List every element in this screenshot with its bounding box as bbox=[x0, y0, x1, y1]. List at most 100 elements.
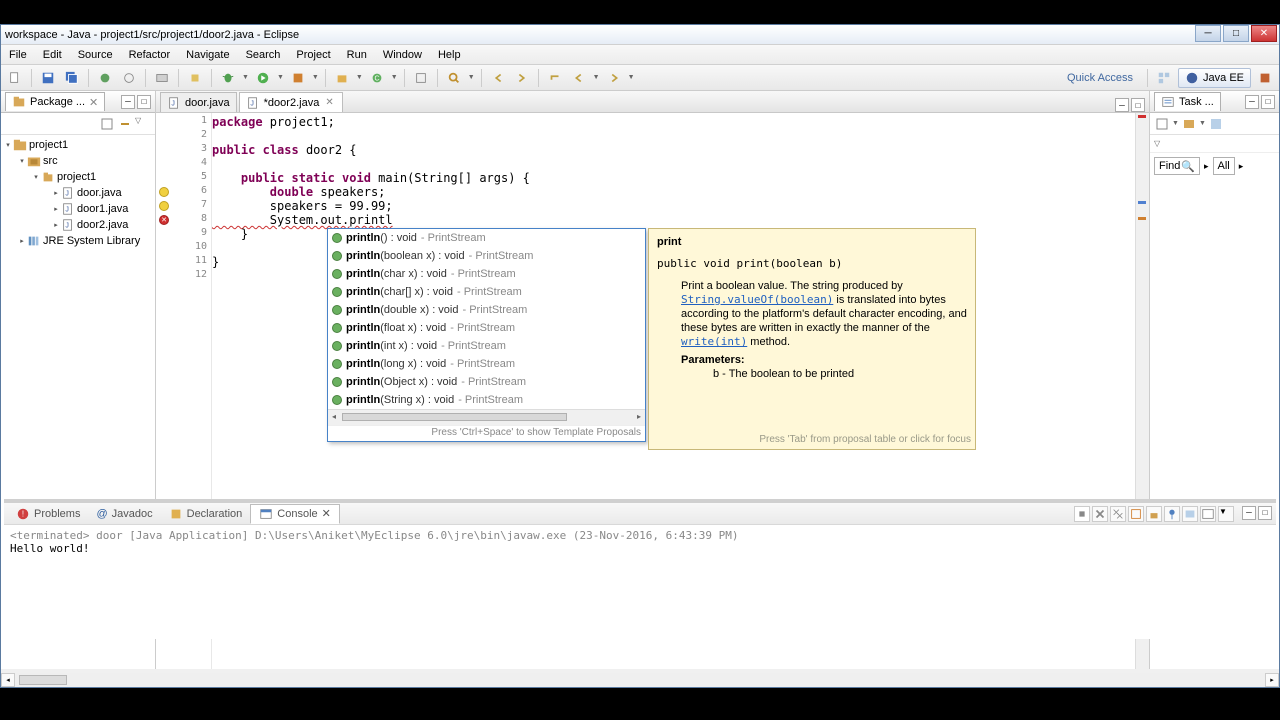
forward-button[interactable] bbox=[604, 68, 624, 88]
package-tree[interactable]: ▾ project1 ▾ src ▾ project1 ▸ J d bbox=[1, 135, 155, 251]
menu-file[interactable]: File bbox=[1, 49, 35, 61]
content-assist-popup[interactable]: println() : void - PrintStream println(b… bbox=[327, 228, 646, 442]
task-menu-button[interactable] bbox=[1208, 116, 1224, 132]
task-list-tab[interactable]: Task ... bbox=[1154, 92, 1221, 111]
tree-file[interactable]: door2.java bbox=[77, 219, 128, 231]
close-button[interactable]: ✕ bbox=[1251, 25, 1277, 42]
panel-minimize-button[interactable]: ─ bbox=[1242, 506, 1256, 520]
annotation-prev-button[interactable] bbox=[488, 68, 508, 88]
completion-item[interactable]: println(char x) : void - PrintStream bbox=[328, 265, 645, 283]
new-button[interactable] bbox=[5, 68, 25, 88]
panel-maximize-button[interactable]: □ bbox=[1258, 506, 1272, 520]
hscroll-right-button[interactable]: ▸ bbox=[1265, 673, 1279, 687]
console-tab[interactable]: Console ✕ bbox=[250, 504, 340, 524]
tree-package[interactable]: project1 bbox=[57, 171, 96, 183]
display-selected-button[interactable] bbox=[1182, 506, 1198, 522]
completion-item[interactable]: println(double x) : void - PrintStream bbox=[328, 301, 645, 319]
tree-src[interactable]: src bbox=[43, 155, 58, 167]
tool-button[interactable] bbox=[185, 68, 205, 88]
perspective-java-ee[interactable]: Java EE bbox=[1178, 68, 1251, 88]
skip-breakpoints-button[interactable] bbox=[119, 68, 139, 88]
filter-all-button[interactable]: All bbox=[1213, 157, 1235, 175]
back-button[interactable] bbox=[569, 68, 589, 88]
remove-all-button[interactable] bbox=[1110, 506, 1126, 522]
maximize-view-button[interactable]: □ bbox=[1261, 95, 1275, 109]
completion-item[interactable]: println(boolean x) : void - PrintStream bbox=[328, 247, 645, 265]
console-output[interactable]: <terminated> door [Java Application] D:\… bbox=[4, 525, 1276, 559]
javadoc-tab[interactable]: @Javadoc bbox=[88, 506, 160, 522]
completion-item[interactable]: println(char[] x) : void - PrintStream bbox=[328, 283, 645, 301]
completion-item[interactable]: println(Object x) : void - PrintStream bbox=[328, 373, 645, 391]
run-button[interactable] bbox=[253, 68, 273, 88]
maximize-view-button[interactable]: □ bbox=[137, 95, 151, 109]
last-edit-button[interactable] bbox=[545, 68, 565, 88]
link-editor-button[interactable] bbox=[117, 116, 133, 132]
menu-search[interactable]: Search bbox=[238, 49, 289, 61]
tree-project[interactable]: project1 bbox=[29, 139, 68, 151]
completion-item[interactable]: println(float x) : void - PrintStream bbox=[328, 319, 645, 337]
editor-tab-door[interactable]: J door.java bbox=[160, 92, 237, 112]
hscroll-left-button[interactable]: ◂ bbox=[1, 673, 15, 687]
new-class-button[interactable]: C bbox=[367, 68, 387, 88]
terminate-button[interactable] bbox=[1074, 506, 1090, 522]
javadoc-popup[interactable]: print public void print(boolean b) Print… bbox=[648, 228, 976, 450]
menu-navigate[interactable]: Navigate bbox=[178, 49, 237, 61]
view-menu-button[interactable]: ▽ bbox=[135, 116, 151, 132]
quick-access[interactable]: Quick Access bbox=[1059, 72, 1141, 84]
close-view-icon[interactable]: ✕ bbox=[89, 96, 98, 109]
tree-file[interactable]: door.java bbox=[77, 187, 122, 199]
tree-jre[interactable]: JRE System Library bbox=[43, 235, 140, 247]
declaration-tab[interactable]: Declaration bbox=[161, 505, 251, 523]
completion-item[interactable]: println(int x) : void - PrintStream bbox=[328, 337, 645, 355]
overview-mark[interactable] bbox=[1138, 201, 1146, 204]
completion-item[interactable]: println(long x) : void - PrintStream bbox=[328, 355, 645, 373]
warning-annotation-icon[interactable] bbox=[159, 201, 169, 211]
open-perspective-button[interactable] bbox=[1154, 68, 1174, 88]
completion-item[interactable]: println(String x) : void - PrintStream bbox=[328, 391, 645, 409]
open-console-button[interactable] bbox=[1200, 506, 1216, 522]
find-input[interactable]: Find 🔍 bbox=[1154, 157, 1200, 175]
menu-source[interactable]: Source bbox=[70, 49, 121, 61]
completion-item[interactable]: println() : void - PrintStream bbox=[328, 229, 645, 247]
annotation-next-button[interactable] bbox=[512, 68, 532, 88]
save-button[interactable] bbox=[38, 68, 58, 88]
search-button[interactable] bbox=[444, 68, 464, 88]
debug-button[interactable] bbox=[218, 68, 238, 88]
new-package-button[interactable] bbox=[332, 68, 352, 88]
editor-tab-door2[interactable]: J *door2.java ✕ bbox=[239, 92, 343, 112]
menu-edit[interactable]: Edit bbox=[35, 49, 70, 61]
editor-maximize-button[interactable]: □ bbox=[1131, 98, 1145, 112]
console-menu-button[interactable]: ▼ bbox=[1218, 506, 1234, 522]
remove-launch-button[interactable] bbox=[1092, 506, 1108, 522]
hscroll-thumb[interactable] bbox=[19, 675, 67, 685]
autocomplete-scrollbar[interactable]: ◂ ▸ bbox=[328, 409, 645, 425]
close-tab-icon[interactable]: ✕ bbox=[322, 507, 331, 520]
package-explorer-tab[interactable]: Package ... ✕ bbox=[5, 92, 105, 111]
minimize-button[interactable]: ─ bbox=[1195, 25, 1221, 42]
overview-warning-mark[interactable] bbox=[1138, 217, 1146, 220]
menu-project[interactable]: Project bbox=[288, 49, 338, 61]
categorize-button[interactable] bbox=[1181, 116, 1197, 132]
error-annotation-icon[interactable]: ✕ bbox=[159, 215, 169, 225]
minimize-view-button[interactable]: ─ bbox=[1245, 95, 1259, 109]
menu-refactor[interactable]: Refactor bbox=[121, 49, 179, 61]
menu-run[interactable]: Run bbox=[339, 49, 375, 61]
pin-console-button[interactable] bbox=[1164, 506, 1180, 522]
new-server-button[interactable] bbox=[152, 68, 172, 88]
scroll-lock-button[interactable] bbox=[1146, 506, 1162, 522]
problems-tab[interactable]: ! Problems bbox=[8, 505, 88, 523]
run-last-button[interactable] bbox=[288, 68, 308, 88]
warning-annotation-icon[interactable] bbox=[159, 187, 169, 197]
minimize-view-button[interactable]: ─ bbox=[121, 95, 135, 109]
javadoc-link[interactable]: String.valueOf(boolean) bbox=[681, 293, 833, 306]
close-tab-icon[interactable]: ✕ bbox=[323, 97, 335, 108]
clear-console-button[interactable] bbox=[1128, 506, 1144, 522]
open-type-button[interactable] bbox=[411, 68, 431, 88]
maximize-button[interactable]: □ bbox=[1223, 25, 1249, 42]
perspective-java-button[interactable] bbox=[1255, 68, 1275, 88]
menu-window[interactable]: Window bbox=[375, 49, 430, 61]
save-all-button[interactable] bbox=[62, 68, 82, 88]
tree-file[interactable]: door1.java bbox=[77, 203, 128, 215]
debug-last-button[interactable] bbox=[95, 68, 115, 88]
collapse-all-button[interactable] bbox=[99, 116, 115, 132]
